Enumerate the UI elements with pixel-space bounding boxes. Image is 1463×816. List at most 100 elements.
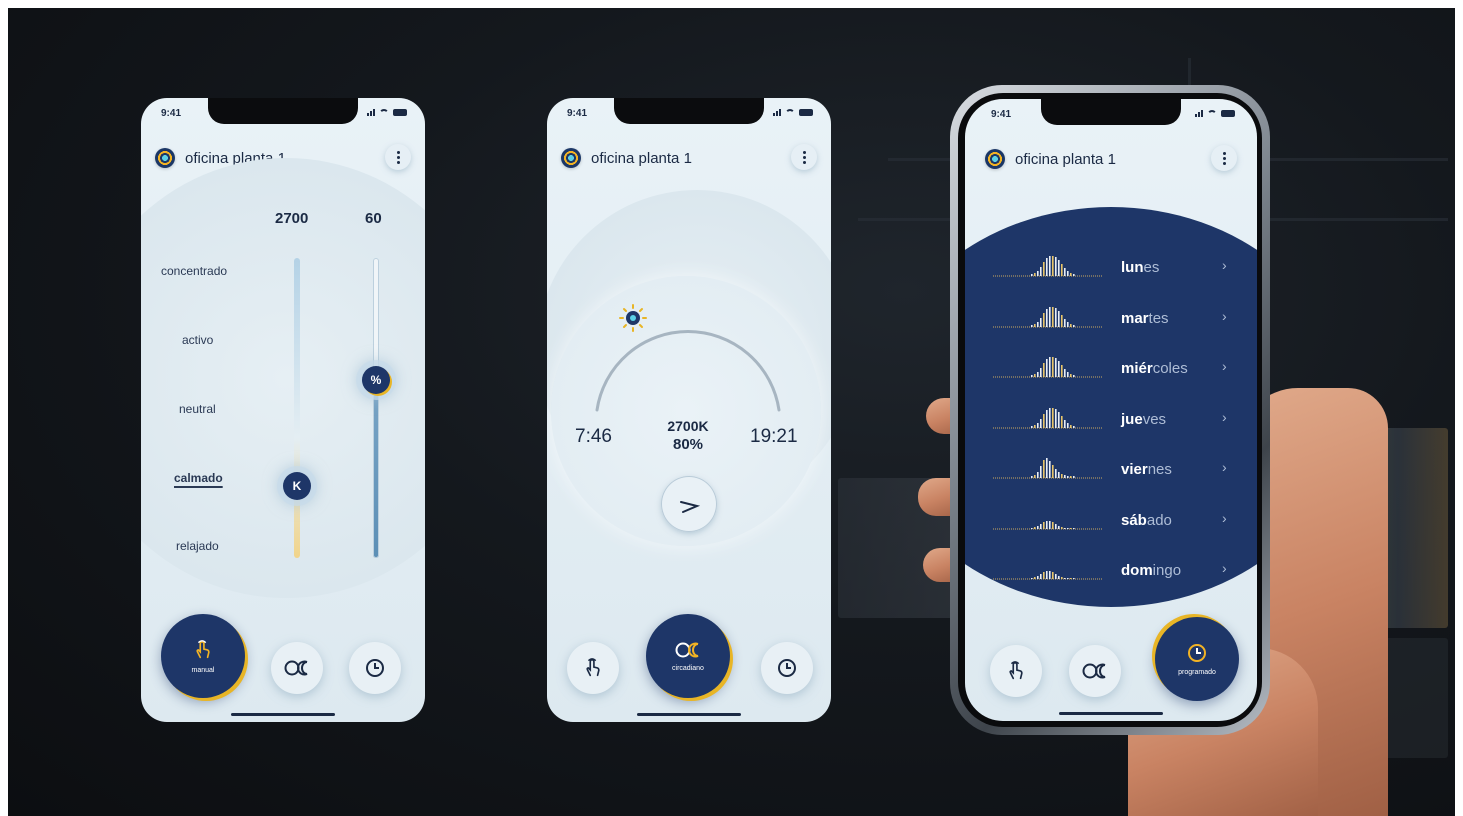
wifi-icon <box>1207 110 1217 117</box>
circadian-icon <box>284 660 308 676</box>
mood-activo[interactable]: activo <box>182 333 213 347</box>
mood-relajado[interactable]: relajado <box>176 539 219 553</box>
wifi-icon <box>379 109 389 116</box>
day-row[interactable]: sábado › <box>965 498 1257 538</box>
chevron-right-icon: › <box>1222 307 1227 324</box>
circadian-mode-button[interactable] <box>1069 645 1121 697</box>
circadian-icon <box>675 642 699 657</box>
kelvin-slider-track[interactable] <box>294 258 300 558</box>
day-light-profile-icon <box>993 520 1103 529</box>
battery-icon <box>393 109 407 116</box>
day-name: domingo <box>1121 562 1181 579</box>
current-brightness: 80% <box>672 436 704 453</box>
day-light-profile-icon <box>993 458 1103 479</box>
day-row[interactable]: martes › <box>965 296 1257 336</box>
signal-icon <box>1195 110 1203 117</box>
day-light-profile-icon <box>993 357 1103 378</box>
status-time: 9:41 <box>567 108 588 119</box>
more-menu-button[interactable] <box>385 144 411 170</box>
circadian-icon <box>1082 663 1106 679</box>
signal-icon <box>367 109 375 116</box>
phone-schedule-screen: 9:41 oficina planta 1 lunes › martes › miérc… <box>965 99 1257 721</box>
day-row[interactable]: miércoles › <box>965 346 1257 386</box>
location-title[interactable]: oficina planta 1 <box>591 150 692 167</box>
day-name-rest: nes <box>1147 461 1172 478</box>
current-light-state: 2700K 80% <box>643 418 733 453</box>
chevron-right-icon: › <box>1222 408 1227 425</box>
day-name-highlight: vier <box>1121 461 1148 478</box>
current-temperature: 2700K <box>667 418 709 434</box>
manual-mode-button[interactable] <box>990 645 1042 697</box>
day-name-rest: coles <box>1152 360 1188 377</box>
day-name-rest: ves <box>1142 410 1167 428</box>
status-bar: 9:41 <box>141 108 425 124</box>
manual-label: manual <box>191 666 215 674</box>
manual-mode-button[interactable] <box>567 642 619 694</box>
day-row[interactable]: jueves › <box>965 397 1257 437</box>
circadian-mode-button[interactable] <box>271 642 323 694</box>
day-name-highlight: sáb <box>1121 511 1147 529</box>
hand-pointer-icon <box>1009 661 1023 680</box>
day-name-highlight: dom <box>1121 562 1153 579</box>
home-indicator <box>1059 712 1163 715</box>
signal-icon <box>773 109 781 116</box>
status-bar: 9:41 <box>547 108 831 124</box>
day-row[interactable]: domingo › <box>965 548 1257 588</box>
day-name-highlight: jue <box>1121 410 1143 428</box>
sun-icon[interactable] <box>619 304 647 332</box>
day-name-rest: ado <box>1146 511 1172 529</box>
chevron-right-icon: › <box>1222 459 1227 475</box>
day-row[interactable]: viernes › <box>965 447 1257 487</box>
kelvin-value: 2700 <box>275 210 309 227</box>
mood-neutral[interactable]: neutral <box>179 402 216 416</box>
status-bar: 9:41 <box>965 109 1257 125</box>
chevron-right-icon: › <box>1222 560 1227 576</box>
day-name: sábado <box>1121 512 1172 529</box>
wifi-icon <box>785 109 795 116</box>
percent-slider-track[interactable] <box>373 258 379 558</box>
day-name-rest: tes <box>1148 309 1169 327</box>
logo-icon <box>155 148 175 168</box>
kelvin-slider-knob[interactable]: K <box>283 472 311 500</box>
day-name-rest: es <box>1143 259 1160 276</box>
clock-icon <box>366 659 384 677</box>
status-time: 9:41 <box>161 108 182 119</box>
header: oficina planta 1 <box>985 145 1237 171</box>
manual-mode-button-active[interactable]: manual <box>161 614 245 698</box>
schedule-mode-button[interactable] <box>761 642 813 694</box>
day-name-highlight: miér <box>1121 360 1153 377</box>
chevron-right-icon: › <box>1222 257 1227 273</box>
day-name-rest: ingo <box>1152 562 1182 579</box>
day-light-profile-icon <box>993 571 1103 580</box>
schedule-mode-button-active[interactable]: programado <box>1155 617 1239 701</box>
hand-pointer-icon <box>586 658 600 677</box>
home-indicator <box>231 713 335 716</box>
percent-value: 60 <box>365 210 382 227</box>
percent-knob-label: % <box>370 373 382 387</box>
circadian-mode-button-active[interactable]: circadiano <box>646 614 730 698</box>
phone-manual-screen: 9:41 oficina planta 1 2700 60 concentrad… <box>141 98 425 722</box>
day-row[interactable]: lunes › <box>965 245 1257 285</box>
percent-slider-knob[interactable]: % <box>362 366 390 394</box>
clock-dial[interactable] <box>661 476 717 532</box>
schedule-mode-button[interactable] <box>349 642 401 694</box>
chevron-right-icon: › <box>1222 509 1227 526</box>
clock-hands-icon <box>680 501 701 513</box>
phone-circadian-screen: 9:41 oficina planta 1 7:46 19:21 2700K 8… <box>547 98 831 722</box>
mood-calmado-selected[interactable]: calmado <box>174 471 223 485</box>
status-time: 9:41 <box>991 109 1012 120</box>
chevron-right-icon: › <box>1222 358 1227 374</box>
day-name: viernes <box>1121 461 1172 478</box>
mood-concentrado[interactable]: concentrado <box>161 264 227 278</box>
day-light-profile-icon <box>993 256 1103 277</box>
sunrise-time: 7:46 <box>575 426 612 447</box>
more-menu-button[interactable] <box>1211 145 1237 171</box>
day-name: lunes <box>1121 259 1159 276</box>
photo-background: 9:41 oficina planta 1 2700 60 concentrad… <box>8 8 1455 816</box>
day-name: martes <box>1121 310 1169 327</box>
day-name-highlight: mar <box>1121 309 1149 327</box>
location-title[interactable]: oficina planta 1 <box>1015 151 1116 168</box>
kelvin-knob-label: K <box>292 479 302 493</box>
more-menu-button[interactable] <box>791 144 817 170</box>
home-indicator <box>637 713 741 716</box>
